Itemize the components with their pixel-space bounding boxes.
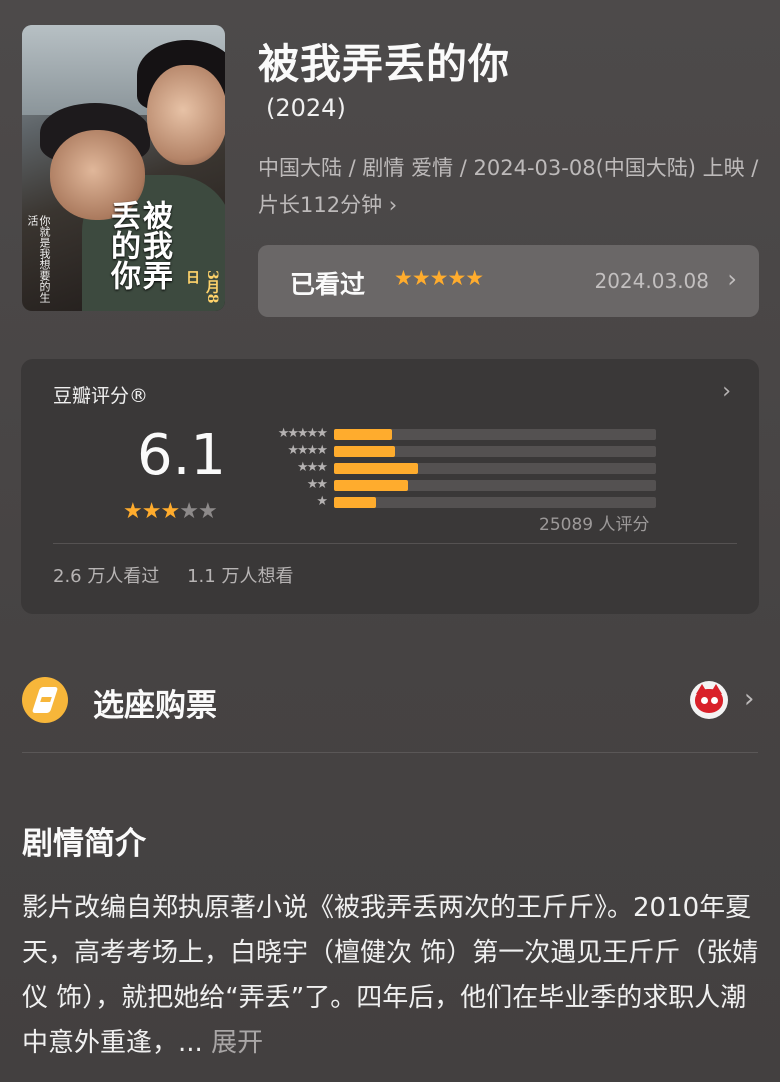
rating-card-title: 豆瓣评分® <box>53 385 149 407</box>
rating-score-stars: ★★★★★ <box>123 499 218 524</box>
rating-bar-fill <box>334 446 396 457</box>
row-star-label: ★ <box>316 494 328 509</box>
user-rating-stars: ★★★★★ <box>394 266 484 290</box>
divider <box>22 752 758 753</box>
movie-meta[interactable]: 中国大陆 / 剧情 爱情 / 2024-03-08(中国大陆) 上映 / 片长1… <box>258 150 763 224</box>
rating-distribution: ★★★★★ ★★★★ ★★★ ★★ ★ <box>246 426 666 511</box>
movie-title: 被我弄丢的你 <box>258 40 510 88</box>
synopsis-title: 剧情简介 <box>22 826 146 862</box>
rating-row: ★ <box>246 494 666 511</box>
lightning-ticket-icon <box>22 677 68 723</box>
rating-bar-track <box>334 446 656 457</box>
audience-stats: 2.6 万人看过 1.1 万人想看 <box>53 562 293 588</box>
row-star-label: ★★★★★ <box>277 426 328 441</box>
rating-bar-fill <box>334 429 392 440</box>
rating-row: ★★★★ <box>246 443 666 460</box>
rating-bar-fill <box>334 480 409 491</box>
chevron-right-icon: › <box>744 684 755 714</box>
row-star-label: ★★★ <box>297 460 328 475</box>
chevron-right-icon: › <box>727 265 737 293</box>
chevron-right-icon[interactable]: › <box>722 379 731 404</box>
poster-tagline: 你就是我想要的生活 <box>26 215 51 303</box>
watched-date: 2024.03.08 <box>594 269 709 293</box>
watched-status-bar[interactable]: 已看过 ★★★★★ 2024.03.08 › <box>258 245 759 317</box>
poster-date: 3月8日 <box>184 270 220 304</box>
movie-meta-text: 中国大陆 / 剧情 爱情 / 2024-03-08(中国大陆) 上映 / 片长1… <box>258 156 759 217</box>
watched-count[interactable]: 2.6 万人看过 <box>53 566 159 587</box>
rating-bar-track <box>334 429 656 440</box>
divider <box>53 543 737 544</box>
rating-bar-track <box>334 480 656 491</box>
maoyan-cat-icon <box>690 681 728 719</box>
movie-poster[interactable]: 你就是我想要的生活 被我弄丢的你 3月8日 <box>22 25 225 311</box>
poster-figure <box>147 65 225 165</box>
movie-year: (2024) <box>266 94 346 122</box>
synopsis-text: 影片改编自郑执原著小说《被我弄丢两次的王斤斤》。2010年夏天，高考考场上，白晓… <box>22 893 759 1058</box>
chevron-right-icon: › <box>388 193 398 217</box>
star-filled-icon: ★ <box>123 499 143 524</box>
synopsis-body: 影片改编自郑执原著小说《被我弄丢两次的王斤斤》。2010年夏天，高考考场上，白晓… <box>22 886 762 1066</box>
rating-row: ★★ <box>246 477 666 494</box>
rating-count: 25089 人评分 <box>539 515 650 535</box>
douban-rating-card[interactable]: 豆瓣评分® › 6.1 ★★★★★ ★★★★★ ★★★★ ★★★ ★★ ★ 25… <box>21 359 759 614</box>
movie-detail-page: 你就是我想要的生活 被我弄丢的你 3月8日 被我弄丢的你 (2024) 中国大陆… <box>0 0 780 1082</box>
rating-bar-fill <box>334 463 418 474</box>
buy-ticket-row[interactable]: 选座购票 › <box>0 652 780 752</box>
rating-row: ★★★ <box>246 460 666 477</box>
star-filled-icon: ★ <box>141 499 162 524</box>
watched-label: 已看过 <box>290 270 366 299</box>
star-filled-icon: ★ <box>160 499 180 524</box>
rating-bar-track <box>334 497 656 508</box>
rating-bar-track <box>334 463 656 474</box>
buy-ticket-label: 选座购票 <box>93 688 217 724</box>
rating-row: ★★★★★ <box>246 426 666 443</box>
star-empty-icon: ★ <box>179 499 199 524</box>
expand-link[interactable]: 展开 <box>211 1028 263 1058</box>
row-star-label: ★★ <box>306 477 328 492</box>
row-star-label: ★★★★ <box>287 443 328 458</box>
rating-score: 6.1 <box>137 423 227 488</box>
want-count[interactable]: 1.1 万人想看 <box>187 566 293 587</box>
star-empty-icon: ★ <box>197 499 218 524</box>
poster-title: 被我弄丢的你 <box>105 200 172 290</box>
rating-bar-fill <box>334 497 376 508</box>
